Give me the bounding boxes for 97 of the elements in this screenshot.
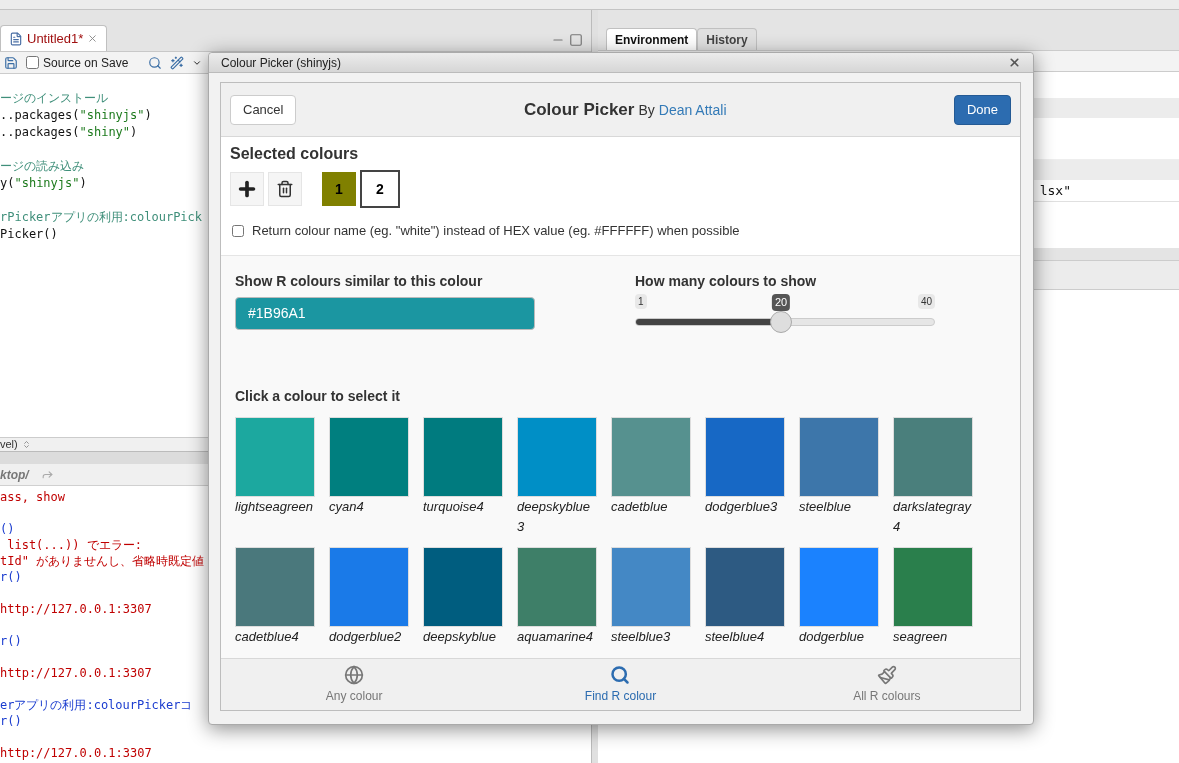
r-document-icon [9, 31, 23, 46]
colour-name: dodgerblue2 [329, 628, 403, 646]
plus-icon [236, 178, 258, 200]
colour-swatch[interactable] [517, 547, 597, 627]
colour-swatch[interactable] [235, 547, 315, 627]
paintbrush-icon [876, 664, 897, 685]
slider-min-label: 1 [635, 294, 647, 309]
maximize-icon[interactable] [569, 33, 583, 47]
trash-icon [276, 180, 294, 198]
console-line: http://127.0.0.1:3307 [0, 746, 152, 760]
colour-swatch[interactable] [329, 417, 409, 497]
selected-colour-swatch[interactable]: 1 [322, 172, 356, 206]
slider-handle[interactable] [770, 311, 793, 333]
colour-swatch[interactable] [611, 417, 691, 497]
colour-name: cadetblue4 [235, 628, 300, 646]
code-line: y("shinyjs") [0, 176, 87, 190]
return-name-checkbox[interactable] [232, 224, 244, 237]
colour-swatch[interactable] [893, 547, 973, 627]
field-label: How many colours to show [635, 272, 818, 290]
colour-input-field[interactable]: #1B96A1 [235, 297, 535, 330]
dialog-title: Colour Picker (shinyjs) [221, 54, 342, 72]
checkbox-label: Return colour name (eg. "white") instead of HEX value (eg. #FFFFFF) when possible [252, 222, 740, 240]
console-line: () [0, 522, 15, 536]
colour-name: lightseagreen [235, 498, 315, 516]
colour-swatch[interactable] [423, 417, 503, 497]
close-icon[interactable] [1008, 56, 1021, 69]
console-line: r() [0, 570, 22, 584]
search-icon [610, 664, 631, 685]
colour-name: seagreen [893, 628, 949, 646]
colour-swatch[interactable] [329, 547, 409, 627]
pane-tab[interactable]: Environment [606, 28, 698, 50]
console-line: list(...)) でエラー: [6, 538, 142, 552]
code-line: ージの読み込み [0, 159, 84, 173]
tab-label: Untitled1* [27, 29, 84, 48]
done-button[interactable]: Done [953, 94, 1011, 125]
close-icon[interactable] [87, 33, 99, 44]
table-cell-text: lsx" [1039, 181, 1071, 200]
field-label: Show R colours similar to this colour [235, 272, 484, 290]
author-link[interactable]: Dean Attali [658, 99, 727, 121]
footer-tab[interactable]: All R colours [753, 659, 1020, 710]
add-colour-button[interactable] [230, 172, 264, 206]
cancel-button[interactable]: Cancel [230, 94, 297, 125]
console-line: r() [0, 634, 22, 648]
colour-name: dodgerblue [799, 628, 866, 646]
working-directory: ktop/ [0, 466, 29, 484]
console-line: http://127.0.0.1:3307 [0, 666, 152, 680]
footer-tab[interactable]: Find R colour [487, 659, 754, 710]
colour-swatch[interactable] [893, 417, 973, 497]
delete-colour-button[interactable] [268, 172, 302, 206]
code-line: ..packages("shiny") [0, 125, 138, 139]
colour-name: cadetblue [611, 498, 669, 516]
code-line: rPickerアプリの利用:colourPick [0, 210, 203, 224]
checkbox-label: Source on Save [43, 54, 129, 72]
colour-name: steelblue3 [611, 628, 672, 646]
colour-swatch[interactable] [517, 417, 597, 497]
colour-name: turquoise4 [423, 498, 485, 516]
by-label: By [638, 100, 655, 120]
colour-swatch[interactable] [705, 547, 785, 627]
console-line: http://127.0.0.1:3307 [0, 602, 152, 616]
colour-name: steelblue4 [705, 628, 766, 646]
section-heading: Click a colour to select it [235, 388, 400, 404]
colour-name: dodgerblue3 [705, 498, 779, 516]
colour-name: aquamarine4 [517, 628, 594, 646]
footer-tab[interactable]: Any colour [221, 659, 488, 710]
updown-icon [21, 440, 31, 449]
scope-label: vel) [0, 439, 18, 450]
colour-swatch[interactable] [705, 417, 785, 497]
code-line: ージのインストール [0, 91, 108, 105]
share-arrow-icon[interactable] [40, 468, 54, 481]
code-line: ..packages("shinyjs") [0, 108, 152, 122]
colour-name: darkslategray4 [893, 498, 973, 536]
search-icon[interactable] [148, 55, 163, 70]
console-line: tId" がありませんし、省略時既定値 [0, 554, 205, 568]
save-icon[interactable] [4, 55, 18, 70]
pane-tab[interactable]: History [697, 28, 757, 50]
selected-colour-swatch[interactable]: 2 [360, 170, 400, 208]
slider-value-label: 20 [771, 294, 791, 311]
colour-swatch[interactable] [799, 547, 879, 627]
colour-name: deepskyblue [423, 628, 497, 646]
colour-name: steelblue [799, 498, 853, 516]
wand-icon[interactable] [170, 55, 185, 70]
code-line: Picker() [0, 227, 58, 241]
colour-swatch[interactable] [235, 417, 315, 497]
editor-tab[interactable]: Untitled1* [0, 25, 108, 51]
console-line: r() [0, 714, 22, 728]
section-heading: Selected colours [230, 144, 360, 164]
colour-name: cyan4 [329, 498, 365, 516]
console-line: ass, show [0, 490, 66, 504]
slider-max-label: 40 [917, 294, 935, 309]
source-on-save-checkbox[interactable] [26, 56, 39, 69]
colour-swatch[interactable] [423, 547, 503, 627]
console-line: erアプリの利用:colourPickerコ [0, 698, 193, 712]
colour-swatch[interactable] [799, 417, 879, 497]
globe-icon [344, 664, 365, 685]
colour-name: deepskyblue3 [517, 498, 591, 536]
picker-title: Colour Picker [523, 98, 635, 121]
colour-swatch[interactable] [611, 547, 691, 627]
